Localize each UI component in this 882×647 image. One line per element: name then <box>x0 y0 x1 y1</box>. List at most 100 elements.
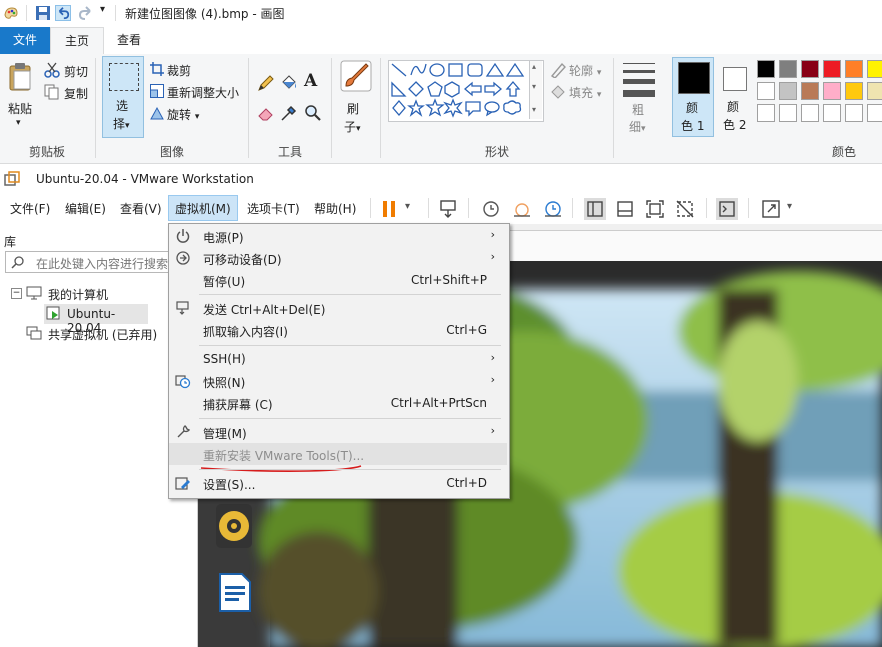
stretch-dropdown-icon[interactable]: ▾ <box>787 201 792 212</box>
palette-color-swatch[interactable] <box>801 60 819 78</box>
scroll-up-icon[interactable]: ▴ <box>532 62 536 71</box>
palette-color-swatch[interactable] <box>867 104 882 122</box>
tab-view[interactable]: 查看 <box>104 27 154 54</box>
tree-item-ubuntu[interactable]: Ubuntu-20.04 <box>44 304 148 335</box>
menu-separator <box>199 418 501 419</box>
paint-window-title: 新建位图图像 (4).bmp - 画图 <box>125 7 285 21</box>
palette-color-swatch[interactable] <box>823 104 841 122</box>
palette-color-swatch[interactable] <box>867 60 882 78</box>
palette-color-swatch[interactable] <box>779 104 797 122</box>
scroll-down-icon[interactable]: ▾ <box>532 82 536 91</box>
menu-edit[interactable]: 编辑(E) <box>65 200 106 217</box>
paste-button[interactable]: 粘贴 ▾ <box>2 58 38 138</box>
undo-icon[interactable] <box>55 5 71 21</box>
show-library-icon[interactable] <box>584 198 606 220</box>
colors-group-label: 颜色 <box>831 145 856 159</box>
menu-help[interactable]: 帮助(H) <box>314 200 356 217</box>
color1-button[interactable]: 颜 色 1 <box>672 57 714 137</box>
redo-icon[interactable] <box>78 5 94 21</box>
revert-snapshot-icon[interactable] <box>511 198 533 220</box>
select-button[interactable]: 选 择▾ <box>102 56 144 138</box>
eraser-icon[interactable] <box>257 104 275 122</box>
ribbon-divider <box>613 58 614 158</box>
stretch-guest-icon[interactable] <box>760 198 782 220</box>
menu-vm[interactable]: 虚拟机(M) <box>175 200 231 217</box>
shapes-gallery-icons <box>391 62 525 118</box>
crop-button[interactable]: 裁剪 <box>150 61 210 79</box>
my-computer-label: 我的计算机 <box>48 288 109 302</box>
pencil-icon[interactable] <box>257 74 275 92</box>
pause-dropdown-icon[interactable]: ▾ <box>405 201 410 212</box>
gallery-expand-icon[interactable]: ▾ <box>532 105 536 114</box>
palette-color-swatch[interactable] <box>845 82 863 100</box>
shapes-scrollbar[interactable]: ▴ ▾ ▾ <box>529 61 542 119</box>
send-ctrl-alt-del-icon[interactable] <box>438 198 460 220</box>
size-button[interactable]: 粗 细▾ <box>618 58 660 138</box>
color-palette <box>757 60 882 130</box>
palette-color-swatch[interactable] <box>779 60 797 78</box>
menu-item-snapshot[interactable]: 快照(N) › <box>169 370 507 392</box>
rotate-icon <box>150 106 164 120</box>
rotate-button[interactable]: 旋转 ▾ <box>150 105 210 123</box>
resize-button[interactable]: 重新调整大小 <box>150 83 242 101</box>
copy-label: 复制 <box>64 87 89 101</box>
menu-file[interactable]: 文件(F) <box>10 200 50 217</box>
menu-item-capture-screen[interactable]: 捕获屏幕 (C) Ctrl+Alt+PrtScn <box>169 392 507 414</box>
thumbnail-bar-icon[interactable] <box>614 198 636 220</box>
brushes-button[interactable]: 刷 子▾ <box>336 58 376 138</box>
palette-color-swatch[interactable] <box>845 104 863 122</box>
menu-item-pause[interactable]: 暂停(U) Ctrl+Shift+P <box>169 269 507 291</box>
menu-tabs[interactable]: 选项卡(T) <box>247 200 300 217</box>
vm-tab[interactable] <box>508 230 882 262</box>
magnifier-icon[interactable] <box>304 104 322 122</box>
menu-item-grab-input[interactable]: 抓取输入内容(I) Ctrl+G <box>169 319 507 341</box>
palette-color-swatch[interactable] <box>867 82 882 100</box>
palette-color-swatch[interactable] <box>845 60 863 78</box>
cut-button[interactable]: 剪切 <box>44 61 100 79</box>
outline-label: 轮廓 ▾ <box>569 64 602 78</box>
color2-button[interactable]: 颜 色 2 <box>717 57 755 137</box>
snapshot-manager-icon[interactable] <box>542 198 564 220</box>
text-tool-icon[interactable]: A <box>304 71 317 91</box>
outline-button[interactable]: 轮廓 ▾ <box>550 61 610 79</box>
tab-home[interactable]: 主页 <box>50 27 104 55</box>
paste-icon <box>9 63 31 91</box>
resize-label: 重新调整大小 <box>167 86 240 100</box>
tree-collapse-toggle[interactable]: − <box>11 288 22 299</box>
palette-color-swatch[interactable] <box>801 104 819 122</box>
palette-color-swatch[interactable] <box>823 60 841 78</box>
toolbar-divider <box>370 198 371 218</box>
fill-bucket-icon[interactable] <box>280 74 298 92</box>
brushes-label-2: 子▾ <box>344 120 361 134</box>
pause-icon[interactable] <box>379 198 401 220</box>
palette-color-swatch[interactable] <box>779 82 797 100</box>
color-picker-icon[interactable] <box>280 104 298 122</box>
menu-item-power[interactable]: 电源(P) › <box>169 225 507 247</box>
paste-dropdown-icon[interactable]: ▾ <box>16 118 21 128</box>
palette-color-swatch[interactable] <box>801 82 819 100</box>
copy-button[interactable]: 复制 <box>44 83 100 101</box>
submenu-arrow-icon: › <box>490 250 495 263</box>
menu-view[interactable]: 查看(V) <box>120 200 162 217</box>
customize-quick-access-icon[interactable]: ▾ <box>100 4 105 15</box>
palette-color-swatch[interactable] <box>757 82 775 100</box>
shapes-gallery[interactable]: ▴ ▾ ▾ <box>388 60 544 122</box>
menu-separator <box>199 345 501 346</box>
menu-item-send-ctrl-alt-del[interactable]: 发送 Ctrl+Alt+Del(E) <box>169 297 507 319</box>
select-label-1: 选 <box>116 99 129 113</box>
save-icon[interactable] <box>35 5 51 21</box>
menu-item-settings[interactable]: 设置(S)... Ctrl+D <box>169 472 507 494</box>
full-screen-icon[interactable] <box>644 198 666 220</box>
console-view-icon[interactable] <box>716 198 738 220</box>
snapshot-icon[interactable] <box>480 198 502 220</box>
palette-color-swatch[interactable] <box>823 82 841 100</box>
fill-button[interactable]: 填充 ▾ <box>550 83 610 101</box>
power-icon <box>176 229 190 243</box>
tab-file[interactable]: 文件 <box>0 27 50 54</box>
unity-mode-icon[interactable] <box>674 198 696 220</box>
palette-color-swatch[interactable] <box>757 60 775 78</box>
menu-item-removable-devices[interactable]: 可移动设备(D) › <box>169 247 507 269</box>
menu-item-manage[interactable]: 管理(M) › <box>169 421 507 443</box>
menu-item-ssh[interactable]: SSH(H) › <box>169 348 507 370</box>
palette-color-swatch[interactable] <box>757 104 775 122</box>
